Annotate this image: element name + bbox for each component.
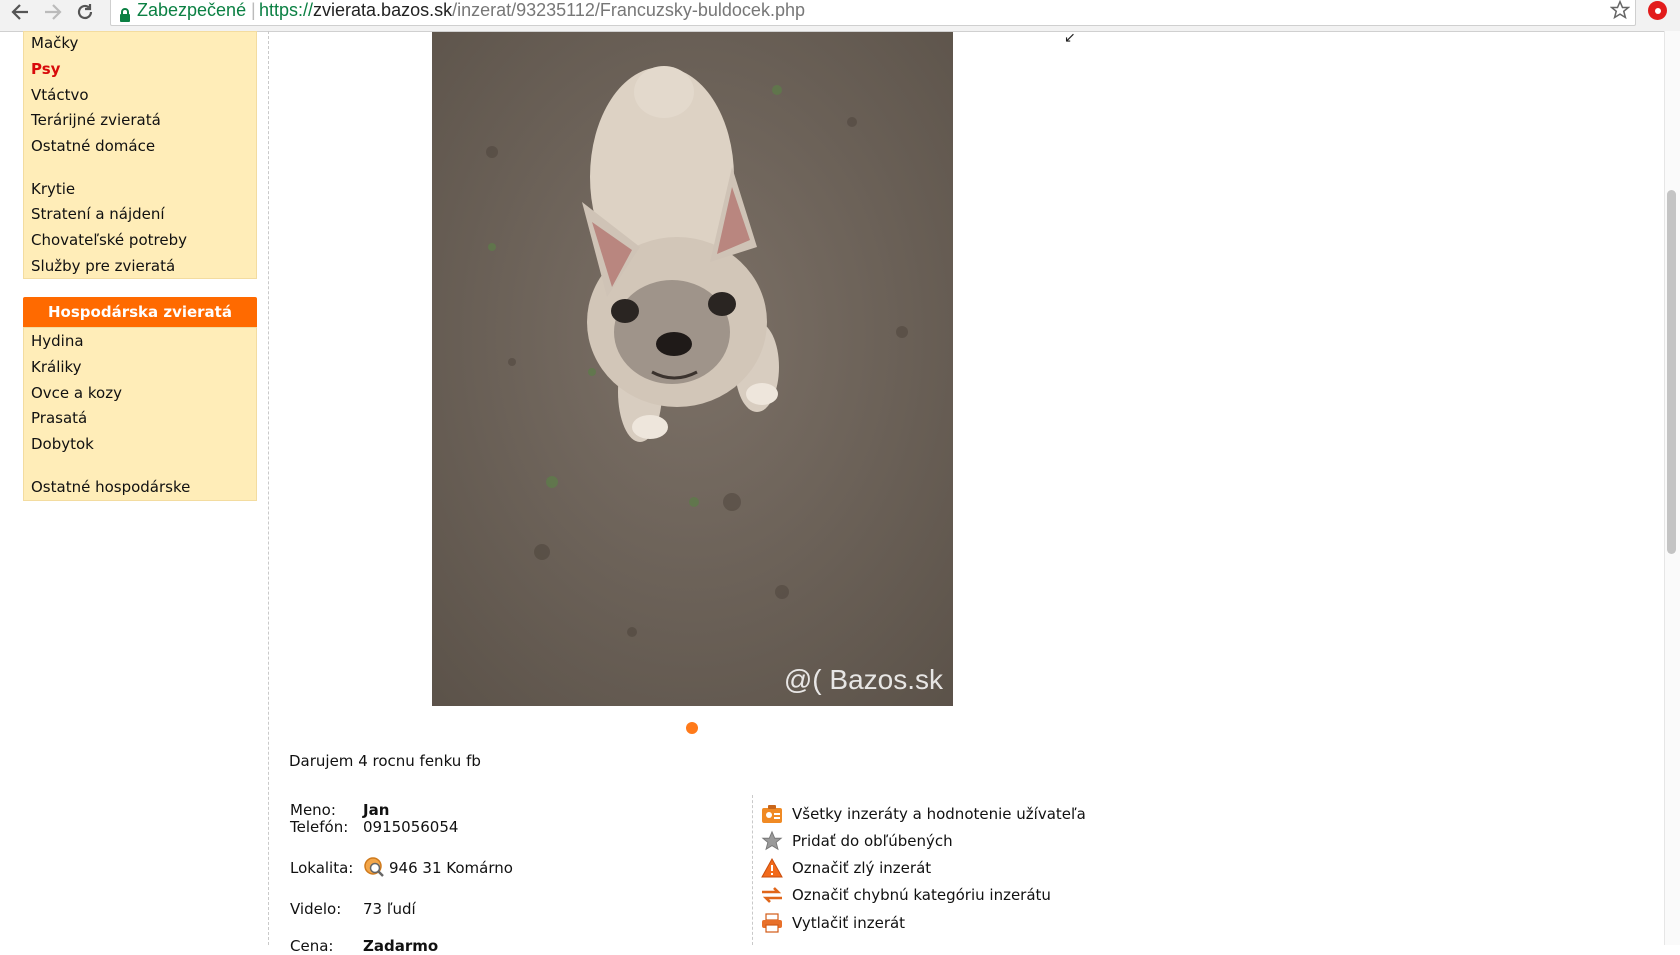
name-value: Jan (363, 801, 390, 819)
content-divider (268, 31, 269, 945)
bookmark-star-icon[interactable] (1609, 0, 1631, 24)
sidebar-item-terarijne[interactable]: Terárijné zvieratá (31, 111, 161, 129)
printer-icon (760, 912, 784, 934)
sidebar-item-psy[interactable]: Psy (31, 60, 60, 78)
extension-icon[interactable] (1648, 1, 1667, 20)
action-label: Vytlačiť inzerát (792, 914, 906, 932)
sidebar-item-chovatelske[interactable]: Chovateľské potreby (31, 231, 187, 249)
action-label: Označiť chybnú kategóriu inzerátu (792, 886, 1051, 904)
price-value: Zadarmo (363, 937, 439, 955)
url-host: zvierata.bazos.sk (313, 0, 453, 20)
reload-icon[interactable] (74, 1, 96, 23)
action-report-bad[interactable]: Označiť zlý inzerát (760, 857, 931, 879)
secure-label: Zabezpečené (137, 0, 247, 20)
views-value: 73 ľudí (363, 900, 416, 918)
forward-icon[interactable] (42, 1, 64, 23)
back-icon[interactable] (9, 1, 31, 23)
dog-photo-illustration (432, 32, 953, 706)
phone-label: Telefón: (290, 818, 349, 836)
sidebar-item-krytie[interactable]: Krytie (31, 180, 75, 198)
user-ads-icon (760, 803, 784, 825)
price-label: Cena: (290, 937, 334, 955)
star-icon (760, 830, 784, 852)
sidebar-farm-categories: Hydina Králiky Ovce a kozy Prasatá Dobyt… (23, 327, 257, 501)
sidebar-domestic-categories: Mačky Psy Vtáctvo Terárijné zvieratá Ost… (23, 31, 257, 279)
scrollbar-thumb[interactable] (1667, 190, 1676, 554)
location-value[interactable]: 946 31 Komárno (389, 859, 513, 877)
url-path: /inzerat/93235112/Francuzsky-buldocek.ph… (452, 0, 805, 20)
action-label: Pridať do obľúbených (792, 832, 953, 850)
url-text: https://zvierata.bazos.sk/inzerat/932351… (259, 0, 805, 23)
views-label: Videlo: (290, 900, 342, 918)
action-print[interactable]: Vytlačiť inzerát (760, 912, 905, 934)
gallery-dot-indicator[interactable] (686, 722, 698, 734)
action-all-user-ads[interactable]: Všetky inzeráty a hodnotenie užívateľa (760, 803, 1086, 825)
collapse-arrow-icon[interactable]: ↙ (1064, 30, 1076, 46)
url-separator: | (251, 0, 256, 20)
location-search-icon[interactable] (363, 856, 389, 884)
sidebar-item-prasata[interactable]: Prasatá (31, 409, 87, 427)
sidebar-item-kraliky[interactable]: Králiky (31, 358, 82, 376)
sidebar-item-ostatne-hospodarske[interactable]: Ostatné hospodárske (31, 478, 190, 496)
sidebar-item-ostatne-domace[interactable]: Ostatné domáce (31, 137, 155, 155)
sidebar-item-strateni[interactable]: Stratení a nájdení (31, 205, 165, 223)
sidebar-item-hydina[interactable]: Hydina (31, 332, 84, 350)
sidebar-item-dobytok[interactable]: Dobytok (31, 435, 94, 453)
sidebar-item-ovce[interactable]: Ovce a kozy (31, 384, 122, 402)
action-report-category[interactable]: Označiť chybnú kategóriu inzerátu (760, 884, 1051, 906)
sidebar-item-macky[interactable]: Mačky (31, 34, 78, 52)
details-divider (752, 795, 753, 945)
browser-toolbar: Zabezpečené | https://zvierata.bazos.sk/… (0, 0, 1680, 32)
action-label: Všetky inzeráty a hodnotenie užívateľa (792, 805, 1086, 823)
action-label: Označiť zlý inzerát (792, 859, 932, 877)
listing-description: Darujem 4 rocnu fenku fb (289, 752, 481, 770)
action-add-favorite[interactable]: Pridať do obľúbených (760, 830, 953, 852)
warning-icon (760, 857, 784, 879)
sidebar-item-sluzby[interactable]: Služby pre zvieratá (31, 257, 175, 275)
sidebar-item-vtactvo[interactable]: Vtáctvo (31, 86, 89, 104)
url-scheme: https:// (259, 0, 314, 20)
listing-photo[interactable]: @( Bazos.sk (432, 32, 953, 706)
address-bar[interactable]: Zabezpečené | https://zvierata.bazos.sk/… (110, 0, 1636, 26)
watermark-text: @( Bazos.sk (783, 664, 943, 695)
lock-icon (119, 3, 131, 29)
name-label: Meno: (290, 801, 336, 819)
phone-value[interactable]: 0915056054 (363, 818, 458, 836)
arrows-icon (760, 884, 784, 906)
location-label: Lokalita: (290, 859, 354, 877)
sidebar-header-farm[interactable]: Hospodárska zvieratá (23, 297, 257, 327)
